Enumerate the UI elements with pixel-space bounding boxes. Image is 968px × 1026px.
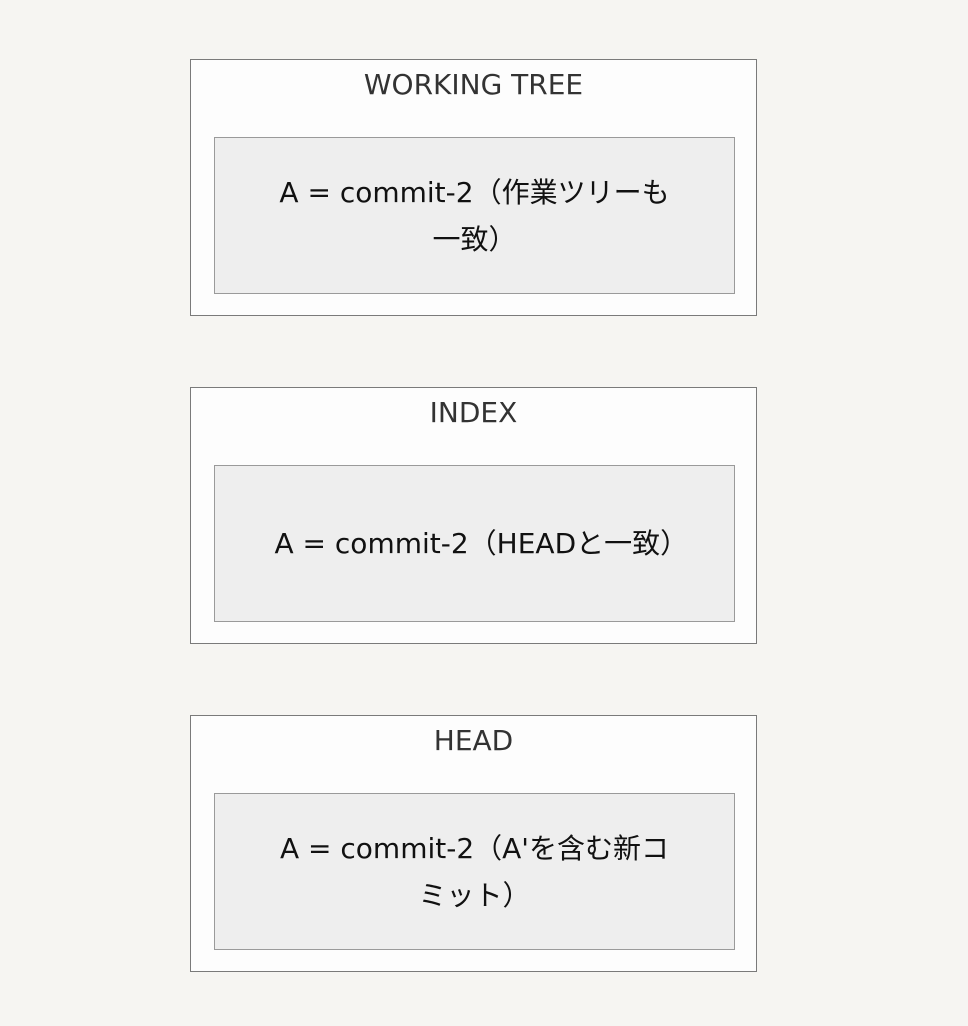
working-tree-title: WORKING TREE bbox=[363, 68, 584, 101]
working-tree-panel: WORKING TREE A = commit-2（作業ツリーも一致） bbox=[190, 59, 757, 316]
index-content: A = commit-2（HEADと一致） bbox=[274, 527, 689, 560]
head-title: HEAD bbox=[433, 724, 514, 757]
head-content: A = commit-2（A'を含む新コミット） bbox=[279, 831, 670, 912]
working-tree-content: A = commit-2（作業ツリーも一致） bbox=[279, 175, 670, 256]
working-tree-content-box: A = commit-2（作業ツリーも一致） bbox=[214, 137, 735, 294]
head-content-box: A = commit-2（A'を含む新コミット） bbox=[214, 793, 735, 950]
index-content-box: A = commit-2（HEADと一致） bbox=[214, 465, 735, 622]
index-panel: INDEX A = commit-2（HEADと一致） bbox=[190, 387, 757, 644]
index-title: INDEX bbox=[429, 396, 518, 429]
head-panel: HEAD A = commit-2（A'を含む新コミット） bbox=[190, 715, 757, 972]
